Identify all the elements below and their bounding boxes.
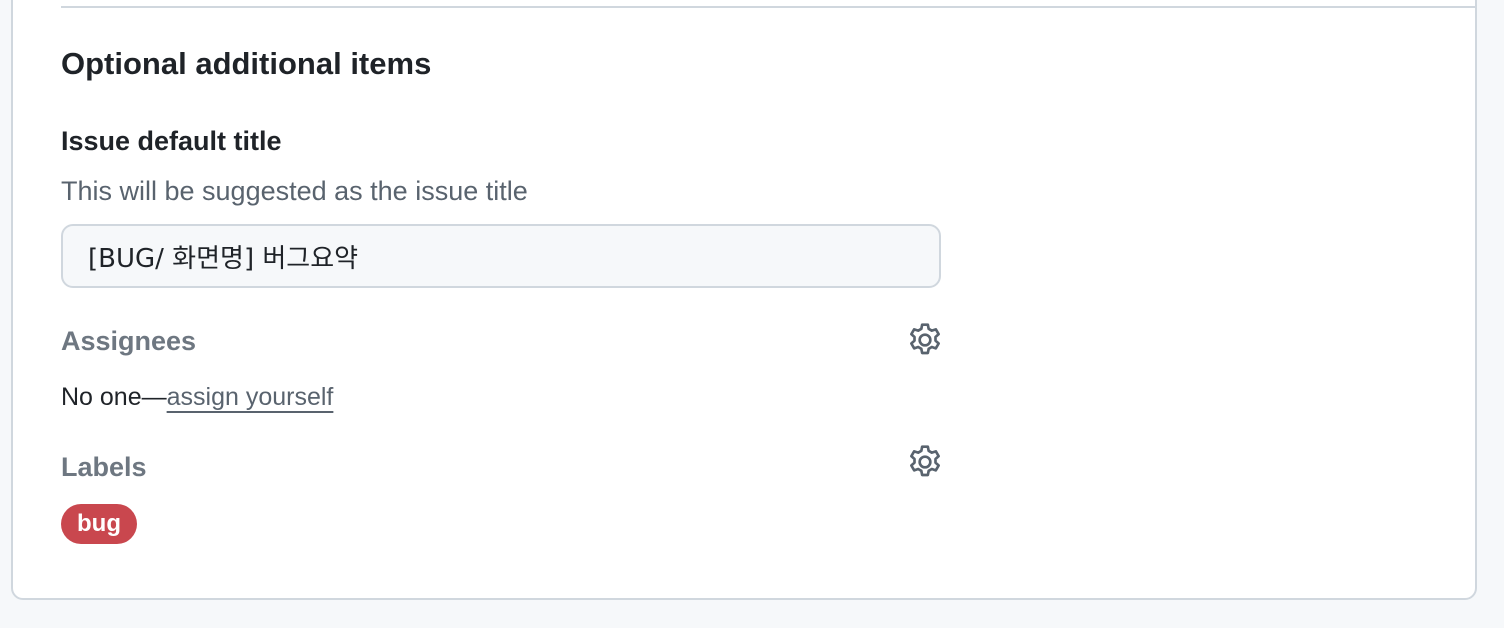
assign-yourself-link[interactable]: assign yourself [167,383,334,411]
assignees-empty-text: No one— [61,383,167,411]
label-chip-bug[interactable]: bug [61,504,137,544]
assignees-label: Assignees [61,326,197,356]
section-title: Optional additional items [61,46,432,81]
section-divider [61,6,1477,8]
assignees-gear-icon[interactable] [905,320,945,360]
labels-gear-icon[interactable] [905,442,945,482]
issue-title-input[interactable] [61,224,941,288]
assignees-value: No one—assign yourself [61,380,333,414]
labels-label: Labels [61,452,147,482]
issue-title-label: Issue default title [61,126,282,156]
issue-title-help: This will be suggested as the issue titl… [61,176,528,206]
options-card [11,0,1477,600]
